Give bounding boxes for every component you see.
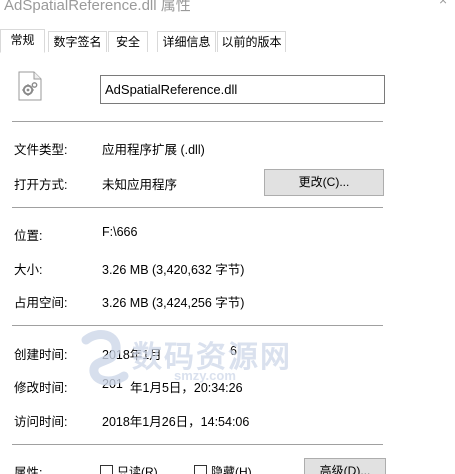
opens-with-value: 未知应用程序 [102, 178, 178, 192]
close-button[interactable]: × [439, 0, 455, 14]
location-value: F:\666 [102, 225, 138, 239]
checkbox-box[interactable] [100, 465, 113, 474]
location-label: 位置: [14, 229, 43, 243]
size-value: 3.26 MB (3,420,632 字节) [102, 263, 245, 277]
title-bar: AdSpatialReference.dll 属性 × [0, 0, 455, 30]
modified-value: 201 [102, 377, 123, 391]
readonly-checkbox[interactable]: 只读(R) [100, 463, 158, 474]
separator [12, 444, 383, 445]
accessed-label: 访问时间: [14, 415, 68, 429]
separator [12, 207, 383, 208]
modified-label: 修改时间: [14, 381, 68, 395]
hidden-checkbox[interactable]: 隐藏(H) [194, 463, 252, 474]
tab-strip: 常规 数字签名 安全 详细信息 以前的版本 [0, 29, 455, 54]
accessed-value: 2018年1月26日，14:54:06 [102, 415, 250, 429]
modified-value-tail: 年1月5日，20:34:26 [130, 381, 243, 395]
separator [12, 121, 383, 122]
tab-previous-versions[interactable]: 以前的版本 [217, 31, 286, 52]
dll-file-gear-icon [18, 71, 42, 101]
hidden-label: 隐藏(H) [211, 465, 252, 474]
tab-general[interactable]: 常规 [0, 29, 45, 53]
file-name-field[interactable] [100, 75, 385, 104]
advanced-button[interactable]: 高级(D)... [304, 458, 386, 474]
attributes-label: 属性: [14, 466, 43, 474]
tab-security[interactable]: 安全 [108, 31, 148, 52]
file-type-label: 文件类型: [14, 143, 68, 157]
opens-with-label: 打开方式: [14, 178, 68, 192]
readonly-label: 只读(R) [117, 465, 158, 474]
separator [12, 325, 383, 326]
created-value: 2018年1月 [102, 348, 162, 362]
size-label: 大小: [14, 263, 43, 277]
created-value-tail: 6 [230, 344, 237, 358]
file-type-value: 应用程序扩展 (.dll) [102, 143, 205, 157]
change-button[interactable]: 更改(C)... [264, 169, 384, 196]
created-label: 创建时间: [14, 348, 68, 362]
window-title: AdSpatialReference.dll 属性 [4, 0, 191, 14]
tab-digital-signatures[interactable]: 数字签名 [48, 31, 107, 52]
size-on-disk-label: 占用空间: [14, 296, 68, 310]
tab-details[interactable]: 详细信息 [157, 31, 216, 52]
checkbox-box[interactable] [194, 465, 207, 474]
size-on-disk-value: 3.26 MB (3,424,256 字节) [102, 296, 245, 310]
